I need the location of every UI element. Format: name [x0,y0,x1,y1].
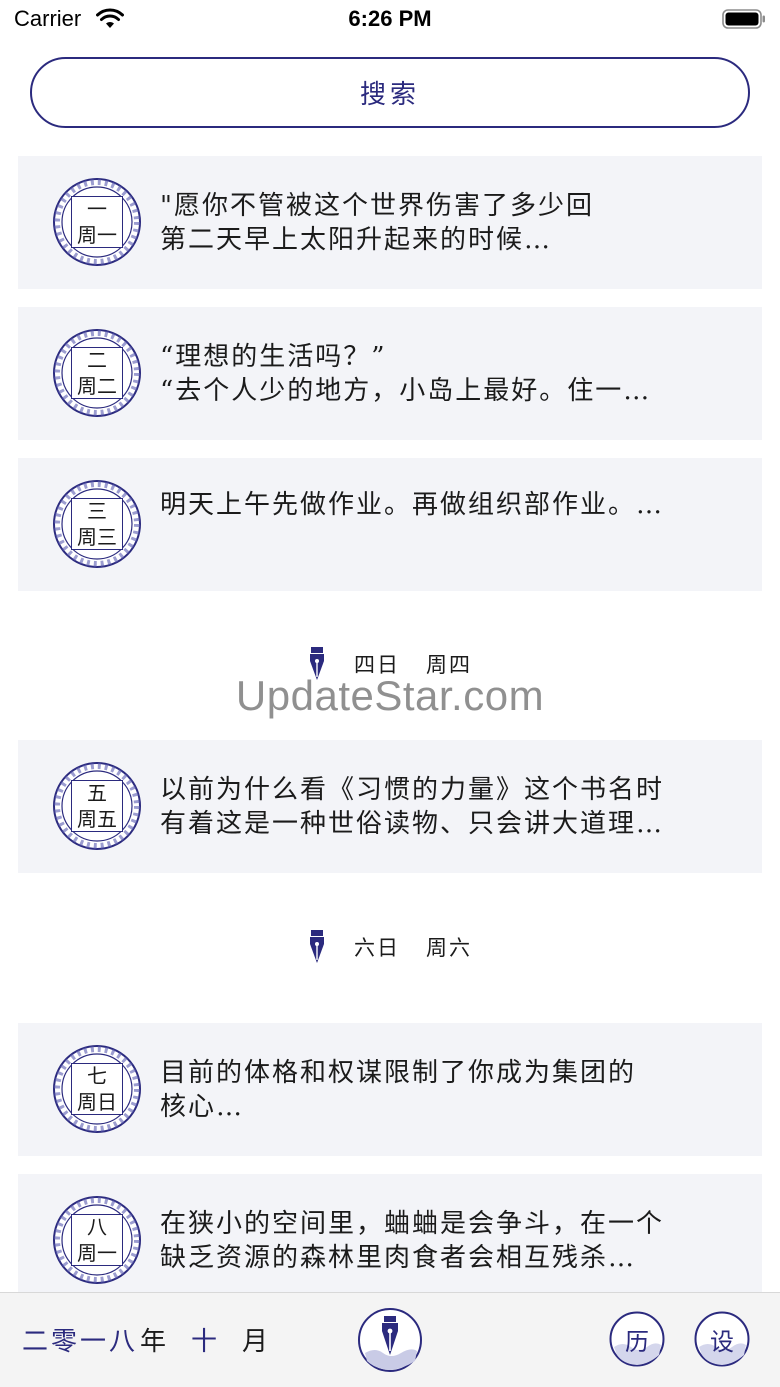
date-badge: 七 周日 [52,1044,142,1134]
entry-day: 八 [87,1215,107,1239]
diary-entry-card[interactable]: 一 周一 "愿你不管被这个世界伤害了多少回 第二天早上太阳升起来的时候… [18,156,762,289]
calendar-button[interactable]: 历 [609,1311,665,1367]
clock: 6:26 PM [348,6,432,31]
date-badge: 三 周三 [52,479,142,569]
separator-day: 六日 [354,936,400,960]
entry-preview-line1: 以前为什么看《习惯的力量》这个书名时 [160,774,665,805]
entry-weekday: 周日 [77,1090,117,1114]
date-badge: 一 周一 [52,177,142,267]
calendar-label: 历 [625,1327,649,1356]
entry-weekday: 周二 [77,374,117,398]
month-picker[interactable]: 二零一八 年 十 月 [22,1321,271,1358]
diary-entry-card[interactable]: 五 周五 以前为什么看《习惯的力量》这个书名时 有着这是一种世俗读物、只会讲大道… [18,740,762,873]
entry-preview-line2: “去个人少的地方，小岛上最好。住一… [160,375,652,406]
diary-entry-card[interactable]: 七 周日 目前的体格和权谋限制了你成为集团的 核心… [18,1023,762,1156]
separator-weekday: 周六 [426,936,472,960]
entry-day: 三 [87,499,107,523]
entry-preview-line1: “理想的生活吗？” [160,341,387,372]
entry-preview-line1: "愿你不管被这个世界伤害了多少回 [160,190,594,221]
entry-day: 五 [87,781,107,805]
diary-entry-card[interactable]: 二 周二 “理想的生活吗？” “去个人少的地方，小岛上最好。住一… [18,307,762,440]
month-value: 十 [191,1327,221,1357]
entry-preview-line2: 第二天早上太阳升起来的时候… [160,224,553,255]
entry-preview-line1: 明天上午先做作业。再做组织部作业。… [160,490,665,520]
date-badge: 八 周一 [52,1195,142,1285]
battery-icon [722,9,765,29]
entry-preview-line1: 目前的体格和权谋限制了你成为集团的 [160,1057,637,1088]
entry-preview-line2: 核心… [160,1091,245,1122]
entry-day: 二 [87,348,107,372]
entry-preview-line1: 在狭小的空间里，蛐蛐是会争斗，在一个 [160,1208,665,1239]
date-badge: 二 周二 [52,328,142,418]
search-label: 搜索 [359,80,420,110]
entry-weekday: 周五 [77,807,117,831]
day-separator[interactable]: 六日 周六 [0,927,780,967]
watermark: UpdateStar.com [235,672,545,719]
pen-nib-icon [310,930,324,963]
year-suffix: 年 [140,1327,170,1357]
entry-weekday: 周一 [77,1241,117,1265]
search-button[interactable]: 搜索 [30,57,750,128]
diary-entry-card[interactable]: 三 周三 明天上午先做作业。再做组织部作业。… [18,458,762,591]
status-bar: Carrier 6:26 PM [0,0,780,44]
entry-day: 七 [87,1064,107,1088]
entry-preview-line2: 缺乏资源的森林里肉食者会相互残杀… [160,1242,637,1273]
entry-day: 一 [87,197,107,221]
entry-preview-line2: 有着这是一种世俗读物、只会讲大道理… [160,808,665,839]
new-entry-pen-button[interactable] [357,1307,423,1373]
date-badge: 五 周五 [52,761,142,851]
entry-weekday: 周一 [77,223,117,247]
bottom-toolbar: 二零一八 年 十 月 历 设 [0,1292,780,1387]
year-value: 二零一八 [22,1327,139,1357]
settings-button[interactable]: 设 [694,1311,750,1367]
month-suffix: 月 [242,1327,272,1357]
entry-weekday: 周三 [77,525,117,549]
diary-entry-card[interactable]: 八 周一 在狭小的空间里，蛐蛐是会争斗，在一个 缺乏资源的森林里肉食者会相互残杀… [18,1174,762,1307]
settings-label: 设 [710,1327,734,1356]
